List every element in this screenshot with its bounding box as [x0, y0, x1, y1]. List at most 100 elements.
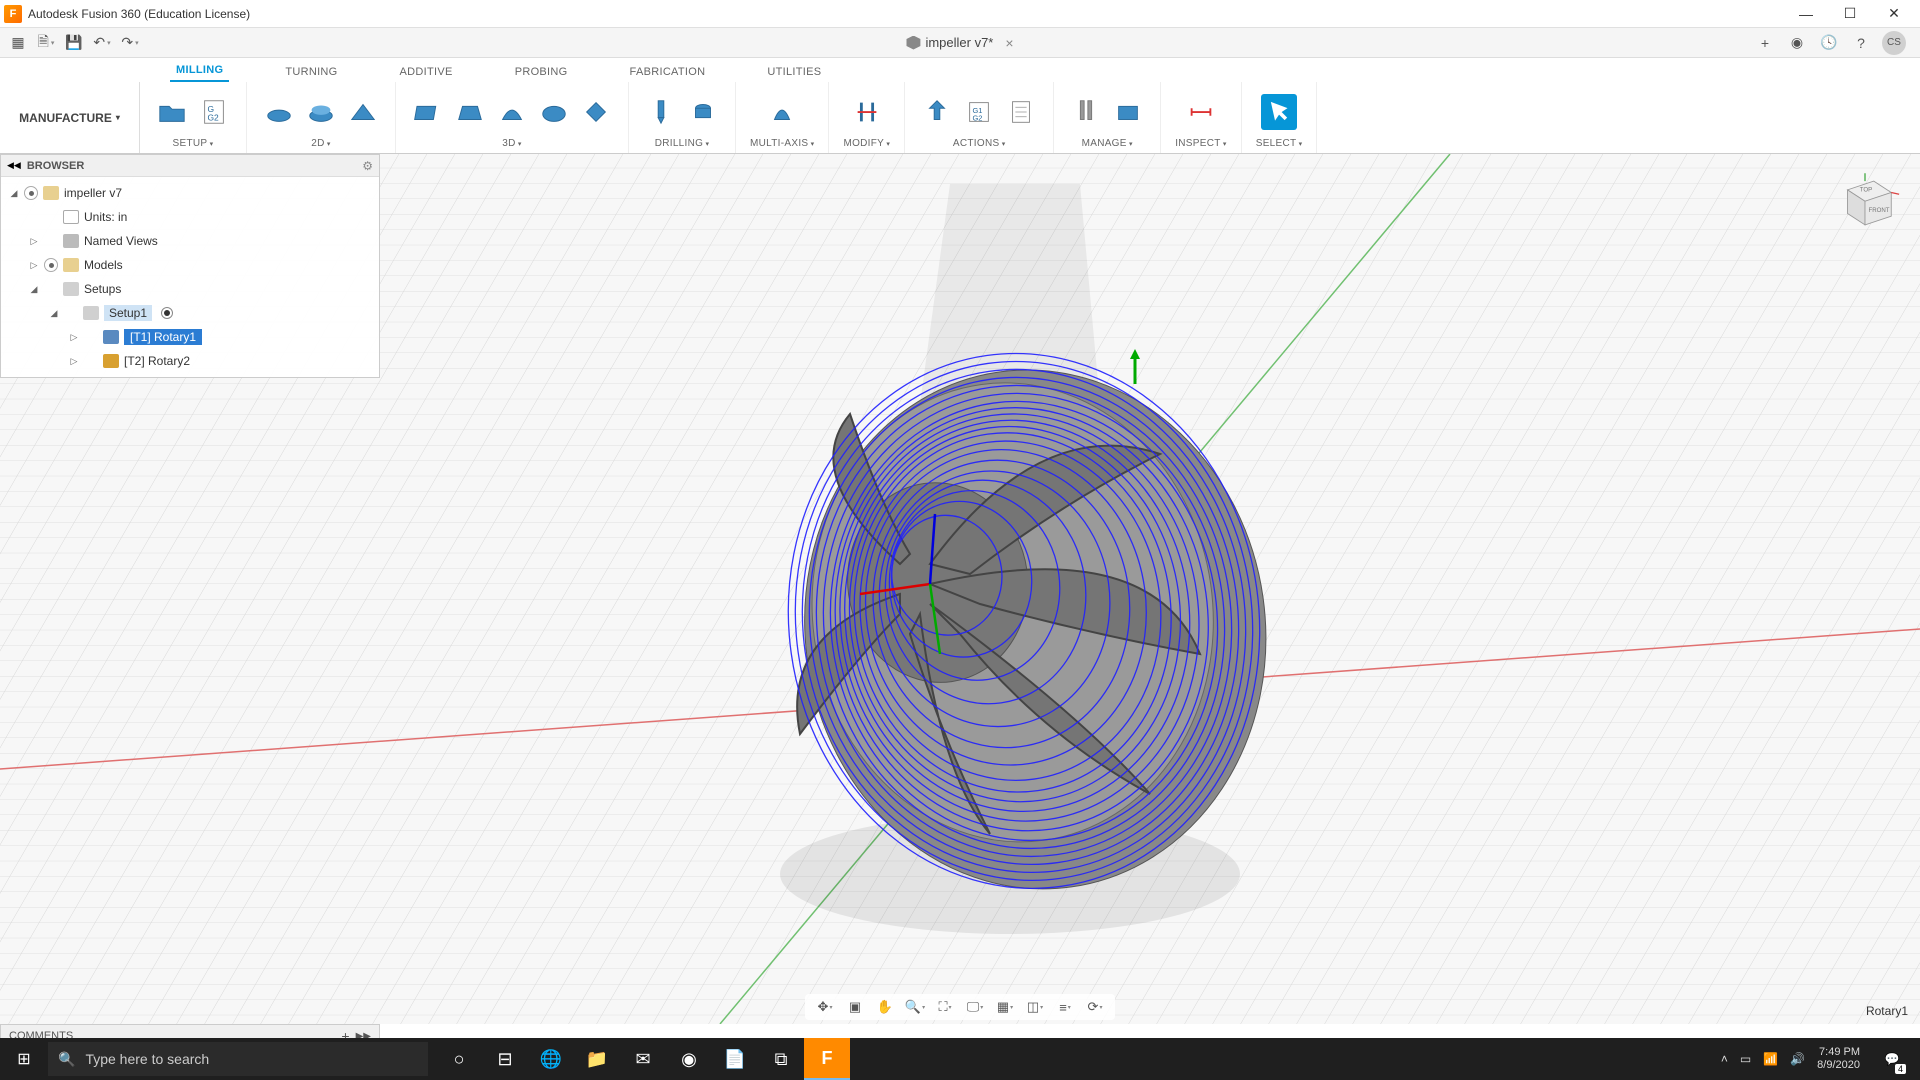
close-button[interactable]: ✕: [1872, 0, 1916, 28]
grid-button[interactable]: ▦: [995, 997, 1015, 1017]
setupsheet-icon[interactable]: [1003, 94, 1039, 130]
fit-button[interactable]: ⛶: [935, 997, 955, 1017]
3d-op3-icon[interactable]: [494, 94, 530, 130]
document-tab[interactable]: impeller v7* ×: [906, 35, 1013, 51]
visibility-toggle[interactable]: [24, 186, 38, 200]
help-button[interactable]: ?: [1850, 32, 1872, 54]
generate-icon[interactable]: [919, 94, 955, 130]
look-at-button[interactable]: ▣: [845, 997, 865, 1017]
navigation-toolbar: ✥ ▣ ✋ 🔍 ⛶ 🖵 ▦ ◫ ≡ ⟳: [805, 994, 1115, 1020]
group-actions: G1G2 ACTIONS: [905, 82, 1054, 153]
browser-models-node[interactable]: ▷ Models: [1, 253, 379, 277]
group-modify-label[interactable]: MODIFY: [843, 138, 890, 149]
group-2d: 2D: [247, 82, 396, 153]
group-inspect-label[interactable]: INSPECT: [1175, 138, 1227, 149]
taskbar-clock[interactable]: 7:49 PM 8/9/2020: [1817, 1046, 1860, 1072]
viewports-button[interactable]: ◫: [1025, 997, 1045, 1017]
3d-op2-icon[interactable]: [452, 94, 488, 130]
task-view-button[interactable]: ⊟: [482, 1038, 528, 1080]
browser-op1-node[interactable]: ▷ [T1] Rotary1: [1, 325, 379, 349]
2d-op2-icon[interactable]: [303, 94, 339, 130]
minimize-button[interactable]: —: [1784, 0, 1828, 28]
2d-op1-icon[interactable]: [261, 94, 297, 130]
3d-op5-icon[interactable]: [578, 94, 614, 130]
operation-icon: [103, 330, 119, 344]
taskbar-vscode[interactable]: ⧉: [758, 1038, 804, 1080]
tab-close-button[interactable]: ×: [1005, 35, 1013, 51]
group-select-label[interactable]: SELECT: [1256, 138, 1303, 149]
group-manage-label[interactable]: MANAGE: [1082, 138, 1133, 149]
search-box[interactable]: 🔍 Type here to search: [48, 1042, 428, 1076]
save-button[interactable]: 💾: [62, 31, 86, 55]
new-design-button[interactable]: +: [1754, 32, 1776, 54]
file-menu-button[interactable]: 🗎: [34, 31, 58, 55]
folder-icon[interactable]: [154, 94, 190, 130]
display-button[interactable]: 🖵: [965, 997, 985, 1017]
orbit-button[interactable]: ✥: [815, 997, 835, 1017]
visibility-toggle[interactable]: [44, 258, 58, 272]
extensions-button[interactable]: ◉: [1786, 32, 1808, 54]
2d-op3-icon[interactable]: [345, 94, 381, 130]
group-setup-label[interactable]: SETUP: [173, 138, 214, 149]
effects-button[interactable]: ≡: [1055, 997, 1075, 1017]
taskbar-edge[interactable]: 🌐: [528, 1038, 574, 1080]
taskbar-app1[interactable]: 📄: [712, 1038, 758, 1080]
group-drilling-label[interactable]: DRILLING: [655, 138, 710, 149]
group-inspect: INSPECT: [1161, 82, 1242, 153]
browser-namedviews-node[interactable]: ▷ Named Views: [1, 229, 379, 253]
browser-root-node[interactable]: ◢ impeller v7: [1, 181, 379, 205]
viewcube[interactable]: TOP FRONT: [1830, 168, 1900, 238]
3d-op4-icon[interactable]: [536, 94, 572, 130]
browser-settings-button[interactable]: ⚙: [362, 159, 373, 173]
data-panel-button[interactable]: ▦: [6, 31, 30, 55]
browser-op2-node[interactable]: ▷ [T2] Rotary2: [1, 349, 379, 373]
zoom-button[interactable]: 🔍: [905, 997, 925, 1017]
redo-button[interactable]: ↷: [118, 31, 142, 55]
browser-units-node[interactable]: Units: in: [1, 205, 379, 229]
notification-center-button[interactable]: 💬4: [1872, 1038, 1912, 1080]
tray-expand-button[interactable]: ˄: [1721, 1052, 1728, 1066]
refresh-button[interactable]: ⟳: [1085, 997, 1105, 1017]
start-button[interactable]: ⊞: [0, 1038, 48, 1080]
measure-icon[interactable]: [1183, 94, 1219, 130]
active-setup-radio[interactable]: [161, 307, 173, 319]
workspace-switcher[interactable]: MANUFACTURE: [0, 82, 140, 153]
maximize-button[interactable]: ☐: [1828, 0, 1872, 28]
hole-icon[interactable]: [685, 94, 721, 130]
user-avatar[interactable]: CS: [1882, 31, 1906, 55]
tray-volume-icon[interactable]: 🔊: [1790, 1052, 1805, 1066]
browser-collapse-button[interactable]: ◀◀: [7, 160, 21, 171]
drill-icon[interactable]: [643, 94, 679, 130]
cortana-button[interactable]: ○: [436, 1038, 482, 1080]
select-tool-button[interactable]: [1261, 94, 1297, 130]
tab-milling[interactable]: MILLING: [170, 60, 229, 82]
taskbar-chrome[interactable]: ◉: [666, 1038, 712, 1080]
group-3d-label[interactable]: 3D: [502, 138, 521, 149]
tab-fabrication[interactable]: FABRICATION: [624, 62, 712, 82]
multiaxis-icon[interactable]: [764, 94, 800, 130]
undo-button[interactable]: ↶: [90, 31, 114, 55]
group-2d-label[interactable]: 2D: [311, 138, 330, 149]
tab-additive[interactable]: ADDITIVE: [394, 62, 459, 82]
group-multiaxis-label[interactable]: MULTI-AXIS: [750, 138, 814, 149]
browser-setup1-node[interactable]: ◢ Setup1: [1, 301, 379, 325]
tab-probing[interactable]: PROBING: [509, 62, 574, 82]
browser-setups-node[interactable]: ◢ Setups: [1, 277, 379, 301]
group-actions-label[interactable]: ACTIONS: [953, 138, 1006, 149]
modify-icon[interactable]: [849, 94, 885, 130]
pan-button[interactable]: ✋: [875, 997, 895, 1017]
tab-turning[interactable]: TURNING: [279, 62, 343, 82]
taskbar-explorer[interactable]: 📁: [574, 1038, 620, 1080]
tab-utilities[interactable]: UTILITIES: [761, 62, 827, 82]
postprocess-icon[interactable]: G1G2: [961, 94, 997, 130]
nc-program-icon[interactable]: GG2: [196, 94, 232, 130]
taskbar-fusion[interactable]: F: [804, 1038, 850, 1080]
system-tray: ˄ ▭ 📶 🔊 7:49 PM 8/9/2020 💬4: [1721, 1038, 1920, 1080]
job-status-button[interactable]: 🕓: [1818, 32, 1840, 54]
tool-library-icon[interactable]: [1068, 94, 1104, 130]
taskbar-mail[interactable]: ✉: [620, 1038, 666, 1080]
tray-wifi-icon[interactable]: 📶: [1763, 1052, 1778, 1066]
machine-library-icon[interactable]: [1110, 94, 1146, 130]
3d-op1-icon[interactable]: [410, 94, 446, 130]
tray-battery-icon[interactable]: ▭: [1740, 1052, 1751, 1066]
